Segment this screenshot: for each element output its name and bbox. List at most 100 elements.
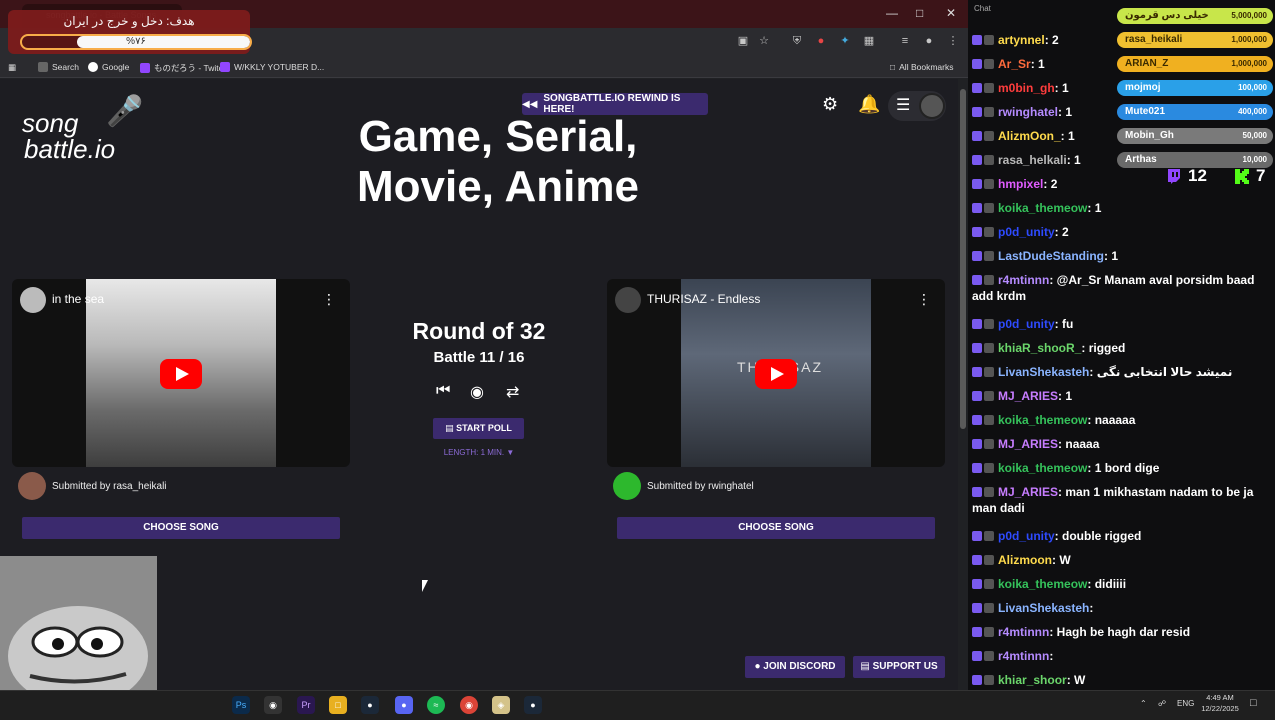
photoshop-icon[interactable]: Ps	[232, 696, 250, 714]
video-more-icon[interactable]: ⋮	[322, 291, 336, 308]
cast-icon[interactable]: ▣	[736, 34, 750, 48]
obs-icon[interactable]: ◉	[264, 696, 282, 714]
play-button-icon[interactable]	[160, 359, 202, 389]
hamburger-icon[interactable]: ☰	[896, 95, 910, 115]
all-bookmarks[interactable]: □ All Bookmarks	[890, 62, 953, 72]
search-icon	[38, 62, 48, 72]
choose-right-song-button[interactable]: CHOOSE SONG	[617, 517, 935, 539]
chat-username[interactable]: koika_themeow	[998, 461, 1087, 475]
apps-icon[interactable]: ▦	[8, 62, 16, 73]
chat-username[interactable]: Ar_Sr	[998, 57, 1031, 71]
page-scrollbar[interactable]	[958, 79, 968, 690]
chat-badge-icon	[984, 439, 994, 449]
chat-username[interactable]: MJ_ARIES	[998, 437, 1058, 451]
bookmark-search[interactable]: Search	[38, 62, 79, 72]
spotify-icon[interactable]: ≈	[427, 696, 445, 714]
extensions-puzzle-icon[interactable]: ▦	[862, 34, 876, 48]
extension-shield-icon[interactable]: ⛨	[790, 34, 804, 48]
left-video-embed[interactable]: in the sea ⋮	[12, 279, 350, 467]
shuffle-icon[interactable]: ⇄	[506, 382, 519, 402]
chat-username[interactable]: koika_themeow	[998, 577, 1087, 591]
submitter-avatar	[18, 472, 46, 500]
minimize-icon[interactable]: —	[886, 6, 898, 20]
join-discord-button[interactable]: ● JOIN DISCORD	[745, 656, 845, 678]
chat-message: hmpixel: 2	[972, 176, 1275, 192]
chat-username[interactable]: r4mtinnn	[998, 649, 1049, 663]
chat-username[interactable]: r4mtinnn	[998, 273, 1049, 287]
steam-icon[interactable]: ●	[361, 696, 379, 714]
gear-icon[interactable]: ⚙	[822, 94, 838, 115]
chat-badge-icon	[984, 251, 994, 261]
chat-username[interactable]: MJ_ARIES	[998, 485, 1058, 499]
previous-icon[interactable]: ⏮	[436, 382, 450, 400]
chat-username[interactable]: p0d_unity	[998, 529, 1055, 543]
chat-username[interactable]: LivanShekasteh	[998, 365, 1089, 379]
bookmark-star-icon[interactable]: ☆	[757, 34, 771, 48]
chat-username[interactable]: koika_themeow	[998, 201, 1087, 215]
site-logo[interactable]: 🎤 song battle.io	[22, 92, 143, 172]
chat-badge-icon	[984, 415, 994, 425]
chrome-icon[interactable]: ◉	[460, 696, 478, 714]
chat-username[interactable]: hmpixel	[998, 177, 1043, 191]
right-video-embed[interactable]: THURISAZ THURISAZ - Endless ⋮	[607, 279, 945, 467]
tray-chevron-icon[interactable]: ⌃	[1140, 699, 1147, 708]
chat-badge-icon	[984, 531, 994, 541]
chat-username[interactable]: MJ_ARIES	[998, 389, 1058, 403]
bookmark-twitch[interactable]: ものだろう - Twitch	[140, 62, 228, 74]
maximize-icon[interactable]: □	[916, 6, 923, 20]
discord-taskbar-icon[interactable]: ●	[395, 696, 413, 714]
language-indicator[interactable]: ENG	[1177, 699, 1194, 708]
clock-time: 4:49 AM	[1206, 693, 1234, 702]
chat-text: : naaaa	[1058, 437, 1100, 451]
chat-text: : 2	[1054, 225, 1069, 239]
video-more-icon[interactable]: ⋮	[917, 291, 931, 308]
chat-username[interactable]: khiaR_shooR_	[998, 341, 1081, 355]
chat-username[interactable]: LastDudeStanding	[998, 249, 1104, 263]
chat-username[interactable]: LivanShekasteh	[998, 601, 1089, 615]
app-icon[interactable]: ◈	[492, 696, 510, 714]
chat-badge-icon	[984, 319, 994, 329]
close-icon[interactable]: ✕	[946, 6, 956, 20]
extension-icon[interactable]: ✦	[838, 34, 852, 48]
chat-username[interactable]: khiar_shoor	[998, 673, 1067, 687]
chat-username[interactable]: koika_themeow	[998, 413, 1087, 427]
bookmark-weekly[interactable]: W/KKLY YOTUBER D...	[220, 62, 324, 72]
coin-icon[interactable]: ◉	[470, 382, 484, 402]
profile-icon[interactable]: ●	[922, 34, 936, 48]
start-poll-button[interactable]: ▤ START POLL	[433, 418, 524, 439]
chat-username[interactable]: Alizmoon	[998, 553, 1052, 567]
user-avatar[interactable]	[919, 93, 945, 119]
length-dropdown[interactable]: LENGTH: 1 MIN. ▼	[412, 448, 546, 457]
chat-username[interactable]: r4mtinnn	[998, 625, 1049, 639]
chat-username[interactable]: m0bin_gh	[998, 81, 1055, 95]
support-us-button[interactable]: ▤ SUPPORT US	[853, 656, 945, 678]
chat-badge-icon	[984, 35, 994, 45]
chat-message: LivanShekasteh:	[972, 600, 1275, 616]
choose-left-song-button[interactable]: CHOOSE SONG	[22, 517, 340, 539]
tab-search-icon[interactable]: ≡	[898, 34, 912, 48]
scrollbar-thumb[interactable]	[960, 89, 966, 429]
steam-icon-2[interactable]: ●	[524, 696, 542, 714]
system-clock[interactable]: 4:49 AM 12/22/2025	[1198, 692, 1242, 714]
network-icon[interactable]: ☍	[1158, 699, 1166, 708]
premiere-icon[interactable]: Pr	[297, 696, 315, 714]
bookmark-google[interactable]: Google	[88, 62, 129, 72]
chat-badge-icon	[972, 131, 982, 141]
chat-username[interactable]: rwinghatel	[998, 105, 1058, 119]
play-button-icon[interactable]	[755, 359, 797, 389]
bell-icon[interactable]: 🔔	[858, 94, 880, 115]
submitter-label: Submitted by rwinghatel	[647, 480, 754, 492]
extension-record-icon[interactable]: ●	[814, 34, 828, 48]
notification-icon[interactable]: □	[1250, 697, 1257, 709]
chat-username[interactable]: artynnel	[998, 33, 1045, 47]
chat-username[interactable]: p0d_unity	[998, 225, 1055, 239]
chat-username[interactable]: p0d_unity	[998, 317, 1055, 331]
chat-username[interactable]: AlizmOon_	[998, 129, 1061, 143]
browser-menu-icon[interactable]: ⋮	[946, 34, 960, 48]
chat-badge-icon	[972, 651, 982, 661]
donor-name: mojmoj	[1125, 82, 1161, 93]
chat-username[interactable]: rasa_helkali	[998, 153, 1067, 167]
chat-message: MJ_ARIES: man 1 mikhastam nadam to be ja…	[972, 484, 1275, 516]
chat-text: : 2	[1043, 177, 1058, 191]
file-explorer-icon[interactable]: □	[329, 696, 347, 714]
